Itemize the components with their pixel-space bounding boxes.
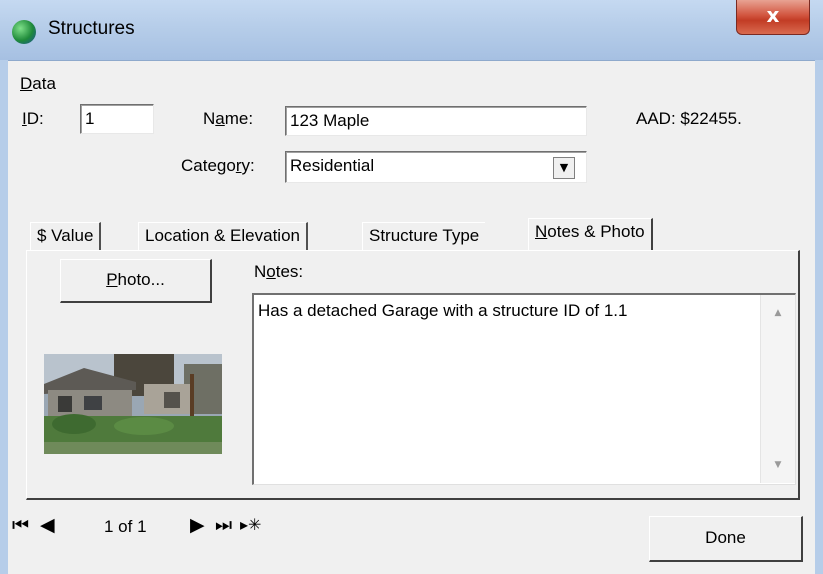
notes-label-accel: o xyxy=(266,262,276,281)
close-button[interactable]: x xyxy=(736,0,810,35)
tab-location-elevation[interactable]: Location & Elevation xyxy=(138,222,308,250)
next-record-icon[interactable]: ▶ xyxy=(190,515,205,535)
window-frame-right xyxy=(815,60,823,574)
name-label: Name: xyxy=(203,109,253,129)
photo-button-accel: P xyxy=(106,270,118,289)
tab-notes-photo-accel: N xyxy=(535,222,548,241)
photo-button-label: hoto... xyxy=(117,270,165,289)
done-button[interactable]: Done xyxy=(649,516,803,562)
id-label: ID: xyxy=(22,109,44,129)
category-label-rest: y: xyxy=(241,156,255,175)
photo-button[interactable]: Photo... xyxy=(60,259,212,303)
menu-data-accel: D xyxy=(20,74,33,93)
notes-scrollbar[interactable]: ▲ ▼ xyxy=(760,295,795,483)
notes-label-rest: tes: xyxy=(275,262,304,281)
aad-text: AAD: $22455. xyxy=(636,109,742,128)
house-photo xyxy=(44,354,222,454)
dropdown-arrow-icon[interactable]: ▼ xyxy=(553,157,575,179)
category-label: Category: xyxy=(181,156,255,176)
menu-data[interactable]: Data xyxy=(20,74,56,94)
id-label-text: D: xyxy=(26,109,44,128)
new-record-icon[interactable]: ▸✳ xyxy=(240,515,261,535)
tab-notes-photo[interactable]: Notes & Photo xyxy=(528,218,653,250)
house-photo-image xyxy=(44,354,222,454)
first-record-icon[interactable]: ⏮ xyxy=(12,515,29,535)
notes-label-pre: N xyxy=(254,262,267,281)
record-position: 1 of 1 xyxy=(104,517,147,536)
name-field[interactable]: 123 Maple xyxy=(285,106,587,136)
name-label-accel: a xyxy=(215,109,225,128)
name-label-pre: N xyxy=(203,109,216,128)
tab-notes-photo-label: otes & Photo xyxy=(547,222,645,241)
menu-data-label: ata xyxy=(32,74,56,93)
scroll-down-icon[interactable]: ▼ xyxy=(761,455,795,475)
window-title: Structures xyxy=(48,18,135,39)
tab-structure-type[interactable]: Structure Type xyxy=(362,222,486,250)
category-select[interactable]: Residential xyxy=(285,151,587,183)
window-frame-left xyxy=(0,60,8,574)
last-record-icon[interactable]: ⏭ xyxy=(215,515,232,535)
notes-textarea[interactable] xyxy=(252,293,796,485)
notes-label: Notes: xyxy=(254,262,303,282)
notes-text: Has a detached Garage with a structure I… xyxy=(258,301,628,320)
category-label-pre: Catego xyxy=(181,156,236,175)
scroll-up-icon[interactable]: ▲ xyxy=(761,303,795,323)
category-value: Residential xyxy=(290,156,375,175)
name-label-rest: me: xyxy=(224,109,254,128)
previous-record-icon[interactable]: ◀ xyxy=(40,515,55,535)
globe-icon xyxy=(12,20,36,44)
tab-value[interactable]: $ Value xyxy=(30,222,102,250)
id-field[interactable]: 1 xyxy=(80,104,154,134)
